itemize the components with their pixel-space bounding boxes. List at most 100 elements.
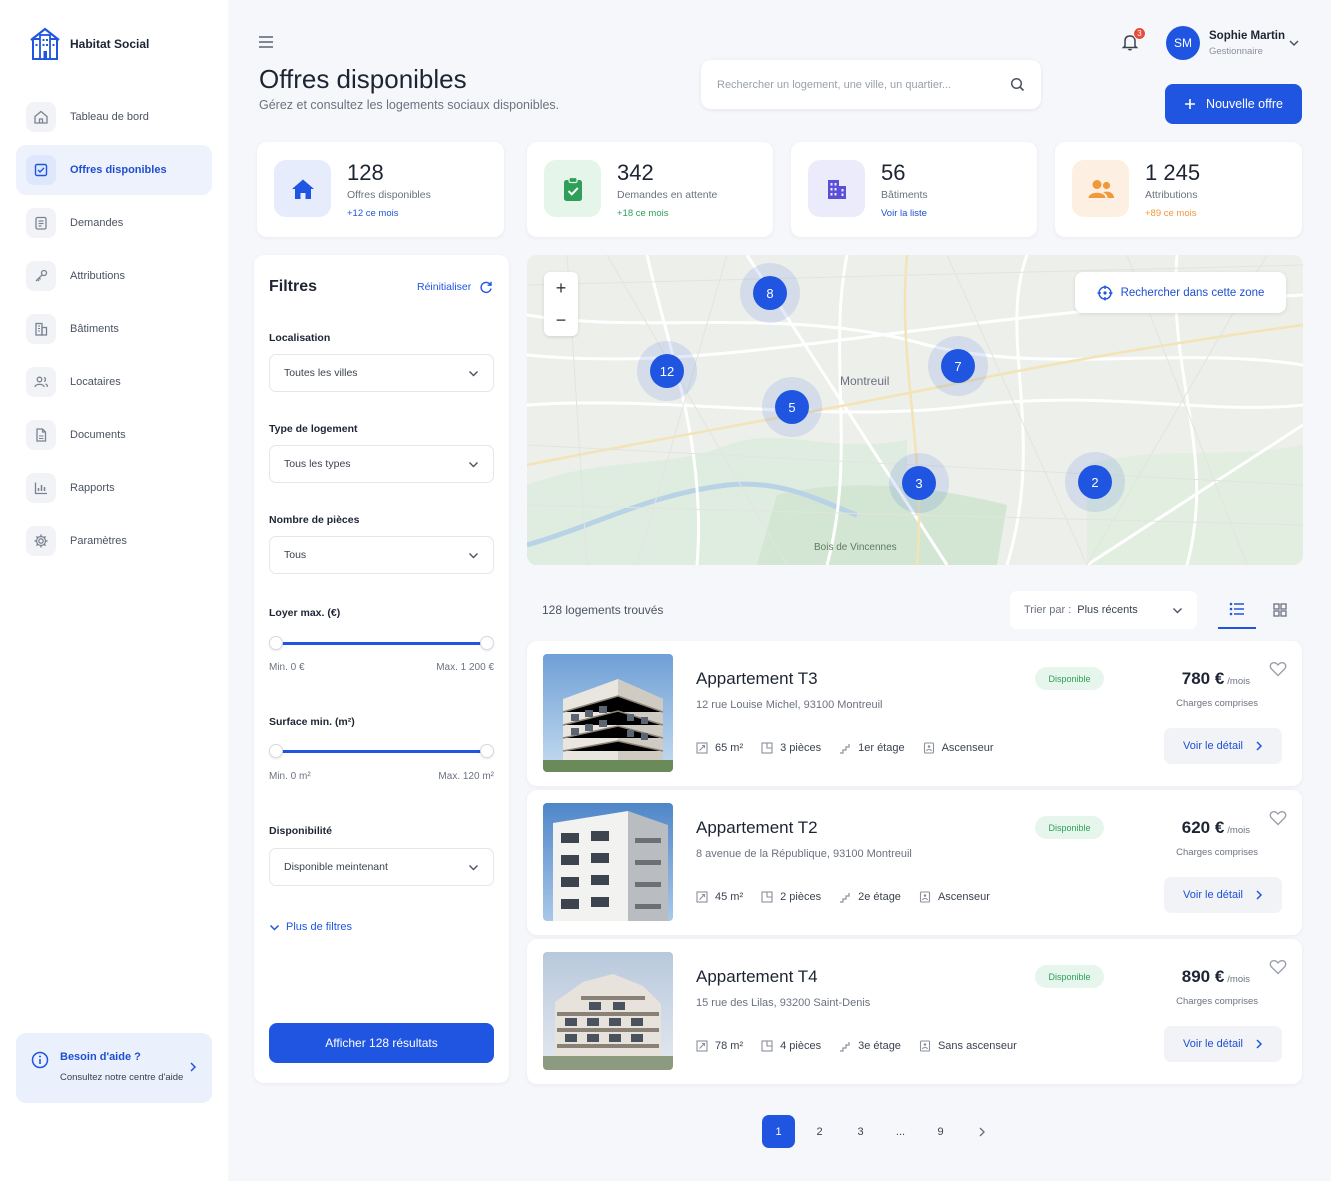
- listing-title[interactable]: Appartement T3: [696, 669, 818, 689]
- zoom-out-button[interactable]: −: [544, 304, 578, 336]
- heart-icon[interactable]: [1269, 959, 1287, 975]
- listing-photo[interactable]: [543, 803, 673, 921]
- listing-photo[interactable]: [543, 952, 673, 1070]
- sidebar-item-documents[interactable]: Documents: [16, 410, 212, 460]
- stat-card-requests[interactable]: 342 Demandes en attente +18 ce mois: [527, 142, 773, 237]
- users-icon: [1072, 160, 1129, 217]
- map-cluster-marker[interactable]: 5: [775, 390, 809, 424]
- home-icon: [274, 160, 331, 217]
- stat-card-attributions[interactable]: 1 245 Attributions +89 ce mois: [1055, 142, 1302, 237]
- chevron-right-icon: [1256, 890, 1263, 900]
- availability-select[interactable]: Disponible meintenant: [269, 848, 494, 886]
- map-cluster-marker[interactable]: 8: [753, 276, 787, 310]
- stat-card-offers[interactable]: 128 Offres disponibles +12 ce mois: [257, 142, 504, 237]
- surface-max-handle[interactable]: [480, 744, 494, 758]
- listing-photo[interactable]: [543, 654, 673, 772]
- sidebar-item-attributions[interactable]: Attributions: [16, 251, 212, 301]
- sidebar-item-reports[interactable]: Rapports: [16, 463, 212, 513]
- listing-title[interactable]: Appartement T4: [696, 967, 818, 987]
- price-period: /mois: [1227, 676, 1250, 687]
- page-button[interactable]: 9: [924, 1115, 957, 1148]
- chevron-down-icon: [469, 864, 478, 870]
- type-label: Type de logement: [269, 423, 358, 435]
- rooms-select[interactable]: Tous: [269, 536, 494, 574]
- stairs-icon: [840, 1042, 850, 1052]
- surface-max-value: Max. 120 m²: [438, 771, 494, 782]
- sidebar-item-label: Documents: [70, 429, 126, 441]
- chevron-down-icon: [269, 924, 280, 931]
- chevron-right-icon: [1256, 741, 1263, 751]
- search-this-zone-button[interactable]: Rechercher dans cette zone: [1075, 272, 1286, 313]
- sort-prefix: Trier par :: [1024, 604, 1072, 616]
- avatar[interactable]: SM: [1166, 26, 1200, 60]
- elevator-icon: [919, 1040, 930, 1052]
- status-badge: Disponible: [1035, 667, 1104, 690]
- search-icon[interactable]: [1010, 77, 1025, 92]
- sidebar-item-buildings[interactable]: Bâtiments: [16, 304, 212, 354]
- sort-select[interactable]: Trier par : Plus récents: [1010, 591, 1197, 629]
- surface-min-handle[interactable]: [269, 744, 283, 758]
- sidebar-item-requests[interactable]: Demandes: [16, 198, 212, 248]
- heart-icon[interactable]: [1269, 661, 1287, 677]
- listing-card[interactable]: Appartement T2 8 avenue de la République…: [527, 790, 1302, 935]
- chevron-down-icon[interactable]: [1288, 39, 1300, 47]
- page-button[interactable]: 2: [803, 1115, 836, 1148]
- view-detail-button[interactable]: Voir le détail: [1164, 877, 1282, 913]
- list-view-button[interactable]: [1218, 591, 1256, 629]
- new-offer-button[interactable]: Nouvelle offre: [1165, 84, 1302, 124]
- page-subtitle: Gérez et consultez les logements sociaux…: [259, 98, 560, 112]
- location-select[interactable]: Toutes les villes: [269, 354, 494, 392]
- listing-card[interactable]: Appartement T4 15 rue des Lilas, 93200 S…: [527, 939, 1302, 1084]
- sidebar-item-dashboard[interactable]: Tableau de bord: [16, 92, 212, 142]
- apply-filters-button[interactable]: Afficher 128 résultats: [269, 1023, 494, 1063]
- crosshair-icon: [1097, 285, 1113, 300]
- listing-address: 8 avenue de la République, 93100 Montreu…: [696, 848, 912, 860]
- stat-card-buildings[interactable]: 56 Bâtiments Voir la liste: [791, 142, 1037, 237]
- surface-range-slider[interactable]: [269, 741, 494, 761]
- menu-toggle-icon[interactable]: [258, 35, 274, 49]
- sidebar-item-offers[interactable]: Offres disponibles: [16, 145, 212, 195]
- app-logo[interactable]: Habitat Social: [28, 26, 149, 62]
- listing-card[interactable]: Appartement T3 12 rue Louise Michel, 931…: [527, 641, 1302, 786]
- view-detail-button[interactable]: Voir le détail: [1164, 1026, 1282, 1062]
- sidebar-item-settings[interactable]: Paramètres: [16, 516, 212, 566]
- map-view[interactable]: Montreuil Bois de Vincennes + − Recherch…: [527, 255, 1303, 565]
- floor-value: 1er étage: [858, 742, 905, 754]
- user-name[interactable]: Sophie Martin: [1209, 30, 1285, 42]
- grid-view-button[interactable]: [1261, 591, 1299, 629]
- next-page-button[interactable]: [965, 1115, 998, 1148]
- map-cluster-marker[interactable]: 12: [650, 354, 684, 388]
- rent-range-slider[interactable]: [269, 633, 494, 653]
- page-title: Offres disponibles: [259, 64, 467, 94]
- page-button[interactable]: 1: [762, 1115, 795, 1148]
- status-badge: Disponible: [1035, 965, 1104, 988]
- search-input[interactable]: [717, 78, 1010, 91]
- reset-filters-button[interactable]: Réinitialiser: [417, 280, 493, 294]
- page-button[interactable]: 3: [844, 1115, 877, 1148]
- more-filters-link[interactable]: Plus de filtres: [269, 921, 352, 933]
- listing-price: 890 €/mois: [1182, 967, 1250, 987]
- chevron-down-icon: [469, 552, 478, 558]
- listing-title[interactable]: Appartement T2: [696, 818, 818, 838]
- surface-value: 78 m²: [715, 1040, 744, 1052]
- grid-icon: [1273, 603, 1287, 617]
- chevron-right-icon: [979, 1127, 985, 1136]
- stat-trend-link[interactable]: Voir la liste: [881, 208, 927, 219]
- help-card[interactable]: Besoin d'aide ? Consultez notre centre d…: [16, 1033, 212, 1103]
- view-detail-button[interactable]: Voir le détail: [1164, 728, 1282, 764]
- zoom-in-button[interactable]: +: [544, 272, 578, 304]
- heart-icon[interactable]: [1269, 810, 1287, 826]
- map-cluster-marker[interactable]: 7: [941, 349, 975, 383]
- help-subtitle: Consultez notre centre d'aide: [60, 1072, 184, 1083]
- rent-max-handle[interactable]: [480, 636, 494, 650]
- type-select[interactable]: Tous les types: [269, 445, 494, 483]
- price-period: /mois: [1227, 974, 1250, 985]
- map-cluster-marker[interactable]: 2: [1078, 465, 1112, 499]
- map-cluster-marker[interactable]: 3: [902, 466, 936, 500]
- listing-address: 12 rue Louise Michel, 93100 Montreuil: [696, 699, 883, 711]
- info-icon: [31, 1051, 49, 1069]
- sidebar-item-tenants[interactable]: Locataires: [16, 357, 212, 407]
- offers-icon: [26, 155, 56, 185]
- users-icon: [26, 367, 56, 397]
- rent-min-handle[interactable]: [269, 636, 283, 650]
